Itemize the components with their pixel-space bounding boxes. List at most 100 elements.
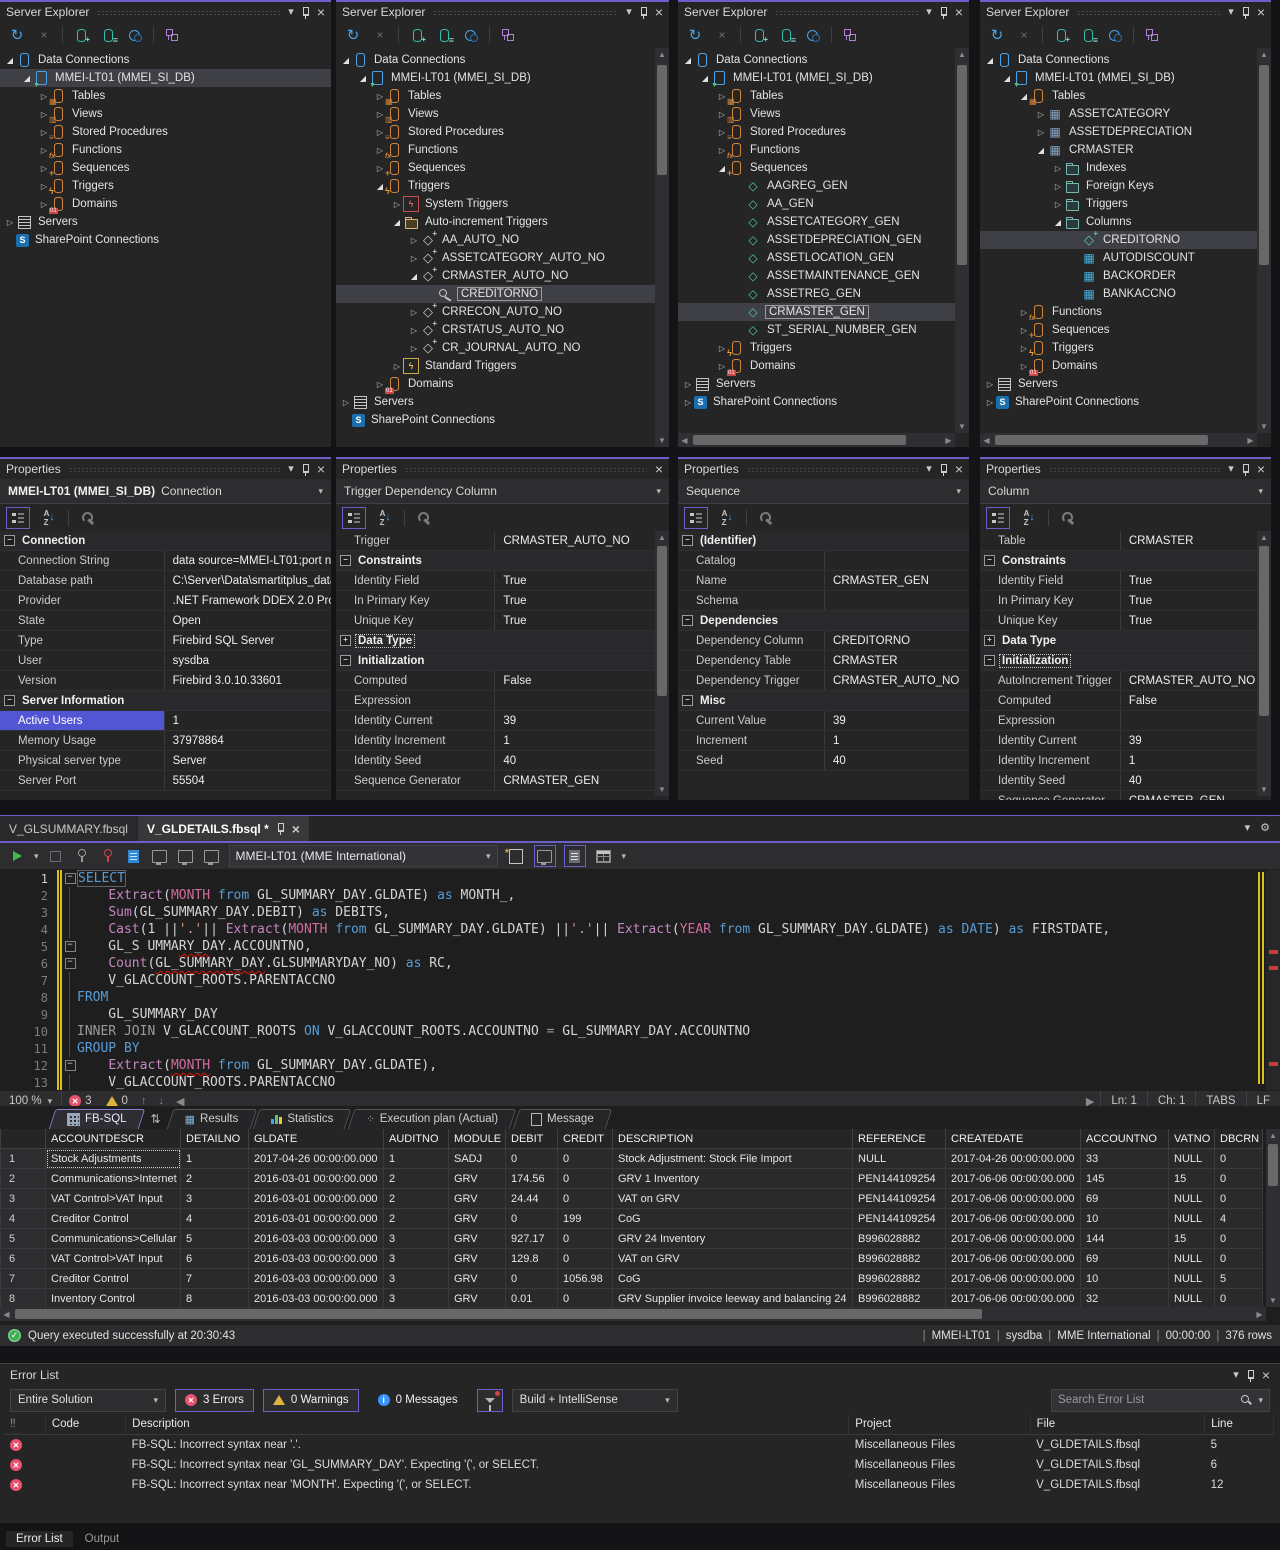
tree-item-bankaccno[interactable]: ▦BANKACCNO xyxy=(980,285,1271,303)
cell[interactable]: 0 xyxy=(506,1269,558,1289)
file-cell[interactable]: V_GLDETAILS.fbsql xyxy=(1030,1435,1204,1456)
cell[interactable]: 1 xyxy=(181,1149,249,1169)
cell[interactable]: 2 xyxy=(384,1209,449,1229)
scrollbar-thumb[interactable] xyxy=(1268,1144,1278,1186)
results-vertical-scrollbar[interactable]: ▲ ▼ xyxy=(1266,1129,1280,1307)
cell[interactable]: 2017-04-26 00:00:00.000 xyxy=(249,1149,384,1169)
property-row-active-users[interactable]: Active Users1 xyxy=(0,711,331,731)
scroll-left-icon[interactable]: ◀ xyxy=(678,436,691,445)
row-number[interactable]: 4 xyxy=(1,1209,46,1229)
collapse-category-icon[interactable]: − xyxy=(340,655,351,666)
chevron-down-icon[interactable]: ▾ xyxy=(1228,464,1234,475)
tree-item-servers[interactable]: ▷Servers xyxy=(0,213,331,231)
expander-open-icon[interactable]: ◢ xyxy=(1052,218,1064,227)
expander-closed-icon[interactable]: ▷ xyxy=(391,200,403,209)
cell[interactable]: 1056.98 xyxy=(558,1269,613,1289)
code-line[interactable]: 9 GL_SUMMARY_DAY xyxy=(0,1006,1280,1023)
property-row-database-path[interactable]: Database pathC:\Server\Data\smartitplus_… xyxy=(0,571,331,591)
property-row-identity-increment[interactable]: Identity Increment1 xyxy=(336,731,655,751)
cell[interactable]: 2017-06-06 00:00:00.000 xyxy=(946,1249,1081,1269)
categorized-button[interactable] xyxy=(684,507,708,529)
cell[interactable]: NULL xyxy=(1169,1289,1215,1309)
expander-open-icon[interactable]: ◢ xyxy=(699,74,711,83)
cell[interactable]: 0 xyxy=(558,1249,613,1269)
property-category-data-type[interactable]: +Data Type xyxy=(980,631,1257,651)
tree-item-auto-increment-triggers[interactable]: ◢Auto-increment Triggers xyxy=(336,213,669,231)
cell[interactable]: 69 xyxy=(1081,1249,1169,1269)
cell[interactable]: Inventory Control xyxy=(46,1289,181,1309)
code-line[interactable]: 11GROUP BY xyxy=(0,1040,1280,1057)
alphabetical-sort-button[interactable]: AZ↓ xyxy=(38,508,60,528)
cell[interactable]: 2017-04-26 00:00:00.000 xyxy=(946,1149,1081,1169)
property-row-user[interactable]: Usersysdba xyxy=(0,651,331,671)
refresh-icon[interactable]: ↻ xyxy=(8,26,26,44)
cell[interactable]: 174.56 xyxy=(506,1169,558,1189)
tree-item-triggers[interactable]: ▷Triggers xyxy=(980,339,1271,357)
tree-item-servers[interactable]: ▷Servers xyxy=(336,393,669,411)
properties-object-combobox[interactable]: Sequence▾ xyxy=(678,479,969,504)
alphabetical-sort-button[interactable]: AZ↓ xyxy=(1018,508,1040,528)
property-pages-button[interactable] xyxy=(755,508,777,528)
commit-pin-icon[interactable] xyxy=(99,847,117,865)
description-cell[interactable]: FB-SQL: Incorrect syntax near 'MONTH'. E… xyxy=(126,1475,849,1495)
tree-item-assetcategory[interactable]: ▷▦ASSETCATEGORY xyxy=(980,105,1271,123)
tab-options-gear-icon[interactable]: ⚙ xyxy=(1260,823,1270,834)
cell[interactable]: 5 xyxy=(1215,1269,1263,1289)
tree-item-indexes[interactable]: ▷Indexes xyxy=(980,159,1271,177)
cell[interactable]: Communications>Internet xyxy=(46,1169,181,1189)
cell[interactable]: 2017-06-06 00:00:00.000 xyxy=(946,1269,1081,1289)
cell[interactable]: 15 xyxy=(1169,1229,1215,1249)
tree-item-aagreg-gen[interactable]: ◇AAGREG_GEN xyxy=(678,177,969,195)
tree-item-assetdepreciation[interactable]: ▷▦ASSETDEPRECIATION xyxy=(980,123,1271,141)
tree-item-views[interactable]: ▷Views xyxy=(0,105,331,123)
scroll-down-icon[interactable]: ▼ xyxy=(1260,420,1268,433)
close-icon[interactable]: × xyxy=(317,462,325,476)
property-row-memory-usage[interactable]: Memory Usage37978864 xyxy=(0,731,331,751)
tree-item-domains[interactable]: ▷Domains xyxy=(678,357,969,375)
expander-closed-icon[interactable]: ▷ xyxy=(408,344,420,353)
chevron-down-icon[interactable]: ▾ xyxy=(1233,1370,1239,1381)
result-row-1[interactable]: 1Stock Adjustments12017-04-26 00:00:00.0… xyxy=(1,1149,1263,1169)
close-icon[interactable]: × xyxy=(655,5,663,19)
vertical-scrollbar[interactable]: ▲▼ xyxy=(1257,531,1271,796)
project-cell[interactable]: Miscellaneous Files xyxy=(849,1475,1030,1495)
execute-query-button[interactable] xyxy=(8,847,26,865)
expander-closed-icon[interactable]: ▷ xyxy=(1052,182,1064,191)
property-row-dependency-table[interactable]: Dependency TableCRMASTER xyxy=(678,651,969,671)
vertical-scrollbar[interactable]: ▲▼ xyxy=(1257,48,1271,433)
editor-scrollbar[interactable] xyxy=(1266,870,1280,1090)
cell[interactable]: PEN144109254 xyxy=(853,1169,946,1189)
properties-object-combobox[interactable]: Trigger Dependency Column▾ xyxy=(336,479,669,504)
close-icon[interactable]: × xyxy=(371,26,389,44)
sort-toggle-icon[interactable]: ⇅ xyxy=(145,1109,167,1129)
cell[interactable]: VAT on GRV xyxy=(613,1249,853,1269)
code-line[interactable]: 3 Sum(GL_SUMMARY_DAY.DEBIT) as DEBITS, xyxy=(0,904,1280,921)
categorized-button[interactable] xyxy=(6,507,30,529)
expander-closed-icon[interactable]: ▷ xyxy=(1052,164,1064,173)
code-line[interactable]: 1−SELECT xyxy=(0,870,1280,887)
cell[interactable]: VAT Control>VAT Input xyxy=(46,1189,181,1209)
tree-item-triggers[interactable]: ▷Triggers xyxy=(0,177,331,195)
refresh-icon[interactable]: ↻ xyxy=(988,26,1006,44)
cell[interactable]: GRV Supplier invoice leeway and balancin… xyxy=(613,1289,853,1309)
scrollbar-thumb[interactable] xyxy=(693,435,906,445)
result-row-3[interactable]: 3VAT Control>VAT Input32016-03-01 00:00:… xyxy=(1,1189,1263,1209)
tree-item-foreign-keys[interactable]: ▷Foreign Keys xyxy=(980,177,1271,195)
cell[interactable]: 0 xyxy=(1215,1189,1263,1209)
cell[interactable]: 15 xyxy=(1169,1169,1215,1189)
expander-closed-icon[interactable]: ▷ xyxy=(984,380,996,389)
property-row-trigger[interactable]: TriggerCRMASTER_AUTO_NO xyxy=(336,531,655,551)
tree-item-data-connections[interactable]: ◢Data Connections xyxy=(678,51,969,69)
property-row-seed[interactable]: Seed40 xyxy=(678,751,969,771)
property-row-name[interactable]: NameCRMASTER_GEN xyxy=(678,571,969,591)
error-row-2[interactable]: ✕FB-SQL: Incorrect syntax near 'GL_SUMMA… xyxy=(4,1455,1274,1475)
property-pages-button[interactable] xyxy=(1057,508,1079,528)
expander-closed-icon[interactable]: ▷ xyxy=(1035,128,1047,137)
categorized-button[interactable] xyxy=(342,507,366,529)
cell[interactable]: 2017-06-06 00:00:00.000 xyxy=(946,1169,1081,1189)
categorized-button[interactable] xyxy=(986,507,1010,529)
property-category-identifier[interactable]: −(Identifier) xyxy=(678,531,969,551)
collapse-category-icon[interactable]: − xyxy=(4,535,15,546)
cell[interactable]: 2016-03-03 00:00:00.000 xyxy=(249,1249,384,1269)
property-category-constraints[interactable]: −Constraints xyxy=(980,551,1257,571)
